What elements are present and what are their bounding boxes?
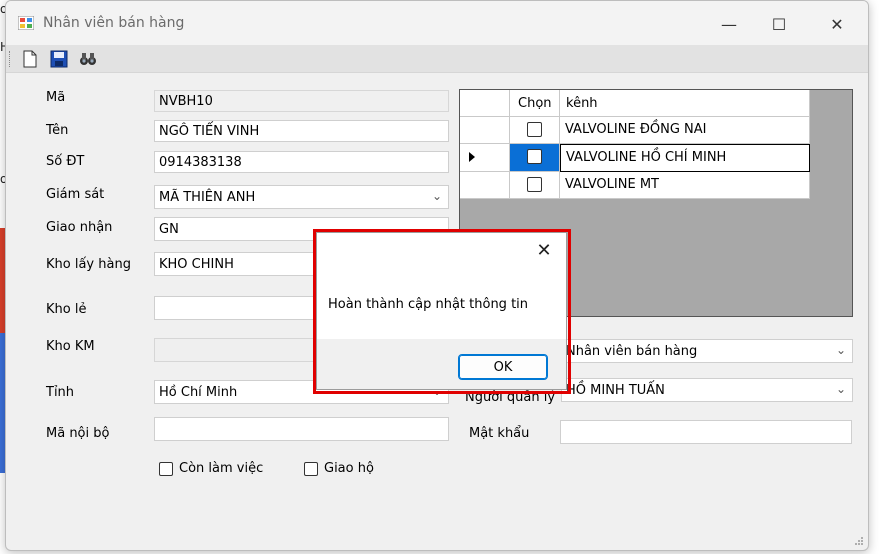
giamsat-value: MÃ THIÊN ANH [159, 190, 256, 205]
minimize-button[interactable]: — [706, 9, 752, 39]
resize-grip-icon[interactable] [854, 536, 864, 546]
matkhau-label: Mật khẩu [469, 426, 530, 441]
dialog-message: Hoàn thành cập nhật thông tin [328, 297, 529, 312]
ten-field[interactable]: NGÔ TIẾN VINH [154, 120, 449, 142]
toolbar [6, 45, 868, 73]
row-header[interactable] [460, 144, 510, 172]
tinh-value: Hồ Chí Minh [159, 385, 238, 400]
chevron-down-icon[interactable]: ⌄ [836, 343, 846, 358]
dialog-close-button[interactable]: ✕ [534, 241, 554, 261]
row-header[interactable] [460, 117, 510, 144]
tinh-label: Tỉnh [46, 385, 75, 400]
table-row[interactable]: VALVOLINE MT [460, 172, 810, 199]
grid-header-row: Chọn kênh [460, 90, 810, 117]
checkbox-box[interactable] [159, 461, 173, 476]
giaoho-checkbox[interactable]: Giao hộ [304, 461, 374, 476]
row-checkbox[interactable] [527, 177, 542, 192]
giaonhan-label: Giao nhận [46, 220, 113, 235]
khokm-label: Kho KM [46, 339, 95, 354]
channel-cell[interactable]: VALVOLINE MT [560, 172, 810, 199]
nguoiquanly-value: HỒ MINH TUẤN [566, 383, 665, 398]
close-button[interactable]: ✕ [814, 9, 860, 39]
column-header-kenh[interactable]: kênh [560, 90, 810, 117]
matkhau-field[interactable] [560, 420, 852, 444]
chevron-down-icon[interactable]: ⌄ [432, 189, 442, 204]
row-checkbox[interactable] [527, 149, 542, 164]
sodt-label: Số ĐT [46, 154, 85, 169]
ma-label: Mã [46, 90, 66, 105]
giamsat-label: Giám sát [46, 187, 105, 202]
save-icon[interactable] [49, 49, 69, 69]
row-checkbox[interactable] [527, 122, 542, 137]
binoculars-icon[interactable] [78, 49, 98, 69]
select-cell[interactable] [510, 172, 560, 199]
chevron-down-icon[interactable]: ⌄ [836, 382, 846, 397]
kholayhang-value: KHO CHINH [159, 257, 234, 272]
giaoho-label: Giao hộ [324, 461, 374, 476]
channel-cell[interactable]: VALVOLINE HỒ CHÍ MINH [560, 144, 810, 172]
sodt-field[interactable]: 0914383138 [154, 151, 449, 173]
toolbar-grip[interactable] [9, 51, 12, 67]
checkbox-box[interactable] [304, 461, 318, 476]
column-header-chon[interactable]: Chọn [510, 90, 560, 117]
select-cell[interactable] [510, 144, 560, 172]
channel-cell[interactable]: VALVOLINE ĐỒNG NAI [560, 117, 810, 144]
loainv-value: Nhân viên bán hàng [566, 344, 698, 359]
giaonhan-value: GN [159, 222, 179, 237]
app-icon [18, 16, 34, 30]
row-header[interactable] [460, 172, 510, 199]
new-document-icon[interactable] [20, 49, 40, 69]
loainv-combo[interactable]: Nhân viên bán hàng ⌄ [561, 339, 853, 363]
window-title: Nhân viên bán hàng [43, 15, 185, 31]
message-dialog: ✕ Hoàn thành cập nhật thông tin OK [316, 232, 567, 390]
maximize-button[interactable]: ☐ [756, 9, 802, 39]
table-row[interactable]: VALVOLINE HỒ CHÍ MINH [460, 144, 810, 172]
title-bar: Nhân viên bán hàng — ☐ ✕ [6, 1, 868, 45]
giamsat-combo[interactable]: MÃ THIÊN ANH ⌄ [154, 185, 449, 209]
khole-label: Kho lẻ [46, 302, 87, 317]
nguoiquanly-label: Người quản lý [465, 390, 556, 405]
row-header-corner [460, 90, 510, 117]
manoibo-label: Mã nội bộ [46, 426, 110, 441]
nguoiquanly-combo[interactable]: HỒ MINH TUẤN ⌄ [561, 378, 853, 402]
select-cell[interactable] [510, 117, 560, 144]
kholayhang-label: Kho lấy hàng [46, 257, 131, 272]
current-row-arrow-icon [469, 152, 475, 162]
ten-label: Tên [46, 123, 69, 138]
ma-field[interactable]: NVBH10 [154, 90, 449, 112]
manoibo-field[interactable] [154, 417, 449, 441]
conlamviec-label: Còn làm việc [179, 461, 264, 476]
table-row[interactable]: VALVOLINE ĐỒNG NAI [460, 117, 810, 144]
ok-button[interactable]: OK [458, 354, 548, 380]
conlamviec-checkbox[interactable]: Còn làm việc [159, 461, 263, 476]
